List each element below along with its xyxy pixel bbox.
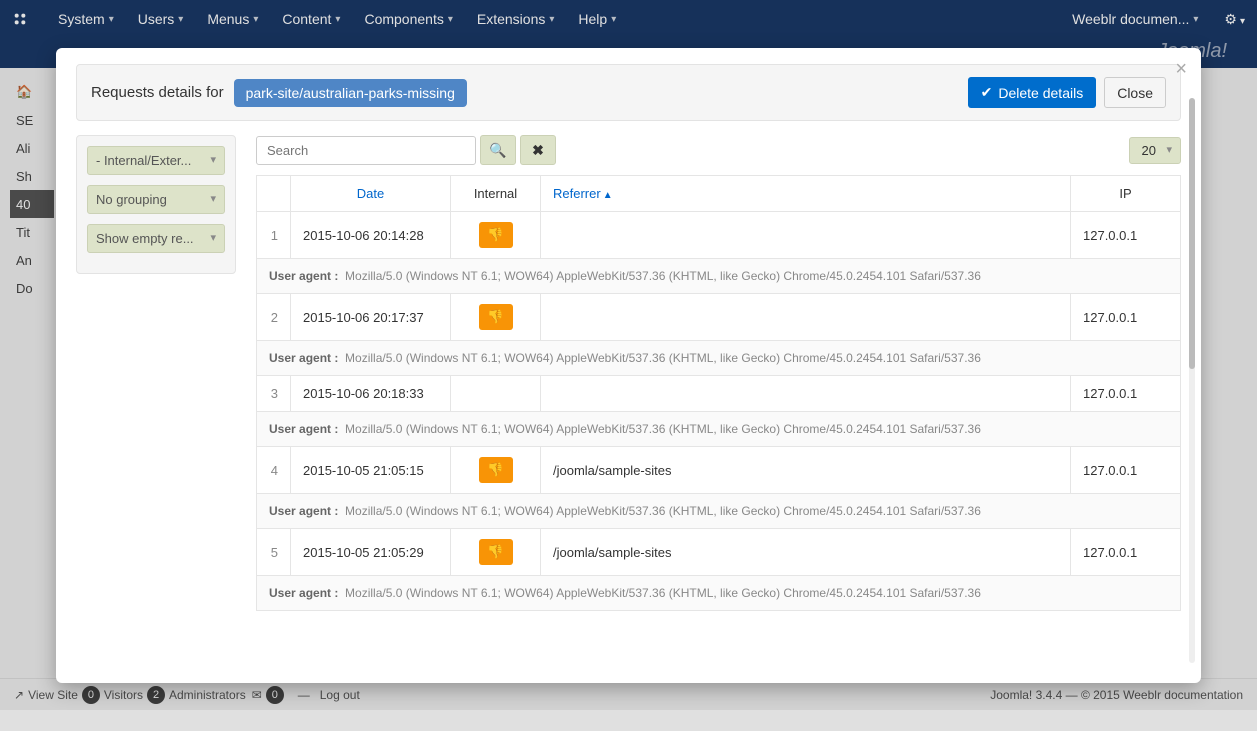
ua-label: User agent :: [269, 422, 338, 436]
row-referrer: [541, 212, 1071, 259]
modal-scrollbar[interactable]: [1189, 98, 1195, 663]
sort-asc-icon: ▲: [603, 190, 613, 201]
ua-value: Mozilla/5.0 (Windows NT 6.1; WOW64) Appl…: [345, 586, 981, 600]
thumbs-down-button[interactable]: 👎: [479, 304, 513, 330]
user-agent-row: User agent : Mozilla/5.0 (Windows NT 6.1…: [257, 259, 1181, 294]
row-ip: 127.0.0.1: [1071, 376, 1181, 412]
ua-label: User agent :: [269, 351, 338, 365]
thumbs-down-button[interactable]: 👎: [479, 457, 513, 483]
user-agent-row: User agent : Mozilla/5.0 (Windows NT 6.1…: [257, 341, 1181, 376]
col-referrer[interactable]: Referrer▲: [541, 176, 1071, 212]
clear-search-button[interactable]: ✖: [520, 135, 556, 165]
row-internal: 👎: [451, 529, 541, 576]
thumbs-down-button[interactable]: 👎: [479, 539, 513, 565]
row-date: 2015-10-06 20:18:33: [291, 376, 451, 412]
check-icon: ✔: [981, 84, 993, 101]
delete-details-button[interactable]: ✔ Delete details: [968, 77, 1097, 108]
toolbar: 🔍 ✖ 20: [256, 135, 1181, 165]
modal-title-prefix: Requests details for: [91, 84, 224, 101]
table-row: 32015-10-06 20:18:33 127.0.0.1: [257, 376, 1181, 412]
thumbs-down-icon: 👎: [487, 544, 504, 560]
request-details-modal: × Requests details for park-site/austral…: [56, 48, 1201, 683]
row-internal: [451, 376, 541, 412]
page-size-select[interactable]: 20: [1129, 137, 1181, 164]
table-row: 12015-10-06 20:14:28 👎 127.0.0.1: [257, 212, 1181, 259]
row-referrer: /joomla/sample-sites: [541, 529, 1071, 576]
ua-value: Mozilla/5.0 (Windows NT 6.1; WOW64) Appl…: [345, 504, 981, 518]
clear-icon: ✖: [532, 142, 544, 159]
col-num: [257, 176, 291, 212]
row-date: 2015-10-06 20:17:37: [291, 294, 451, 341]
row-num: 5: [257, 529, 291, 576]
ua-value: Mozilla/5.0 (Windows NT 6.1; WOW64) Appl…: [345, 269, 981, 283]
thumbs-down-icon: 👎: [487, 309, 504, 325]
user-agent-row: User agent : Mozilla/5.0 (Windows NT 6.1…: [257, 494, 1181, 529]
search-input[interactable]: [256, 136, 476, 165]
ua-value: Mozilla/5.0 (Windows NT 6.1; WOW64) Appl…: [345, 422, 981, 436]
row-referrer: /joomla/sample-sites: [541, 447, 1071, 494]
col-date[interactable]: Date: [291, 176, 451, 212]
col-internal: Internal: [451, 176, 541, 212]
search-icon: 🔍: [489, 142, 506, 159]
row-date: 2015-10-05 21:05:15: [291, 447, 451, 494]
col-ip: IP: [1071, 176, 1181, 212]
row-internal: 👎: [451, 294, 541, 341]
row-referrer: [541, 376, 1071, 412]
row-num: 1: [257, 212, 291, 259]
table-row: 42015-10-05 21:05:15 👎 /joomla/sample-site…: [257, 447, 1181, 494]
row-internal: 👎: [451, 447, 541, 494]
filter-empty-referrers[interactable]: Show empty re...: [87, 224, 225, 253]
table-row: 22015-10-06 20:17:37 👎 127.0.0.1: [257, 294, 1181, 341]
modal-header: Requests details for park-site/australia…: [76, 64, 1181, 121]
table-row: 52015-10-05 21:05:29 👎 /joomla/sample-site…: [257, 529, 1181, 576]
row-num: 2: [257, 294, 291, 341]
filter-internal-external[interactable]: - Internal/Exter...: [87, 146, 225, 175]
ua-value: Mozilla/5.0 (Windows NT 6.1; WOW64) Appl…: [345, 351, 981, 365]
row-ip: 127.0.0.1: [1071, 529, 1181, 576]
user-agent-row: User agent : Mozilla/5.0 (Windows NT 6.1…: [257, 412, 1181, 447]
search-button[interactable]: 🔍: [480, 135, 516, 165]
user-agent-row: User agent : Mozilla/5.0 (Windows NT 6.1…: [257, 576, 1181, 611]
row-ip: 127.0.0.1: [1071, 447, 1181, 494]
thumbs-down-button[interactable]: 👎: [479, 222, 513, 248]
row-ip: 127.0.0.1: [1071, 212, 1181, 259]
filters-sidebar: - Internal/Exter... No grouping Show emp…: [76, 135, 236, 274]
row-date: 2015-10-06 20:14:28: [291, 212, 451, 259]
close-icon[interactable]: ×: [1175, 58, 1187, 81]
requests-table: Date Internal Referrer▲ IP 12015-10-06 2…: [256, 175, 1181, 611]
thumbs-down-icon: 👎: [487, 227, 504, 243]
filter-grouping[interactable]: No grouping: [87, 185, 225, 214]
row-date: 2015-10-05 21:05:29: [291, 529, 451, 576]
row-num: 3: [257, 376, 291, 412]
ua-label: User agent :: [269, 269, 338, 283]
url-badge: park-site/australian-parks-missing: [234, 79, 467, 107]
ua-label: User agent :: [269, 504, 338, 518]
row-internal: 👎: [451, 212, 541, 259]
row-referrer: [541, 294, 1071, 341]
close-button[interactable]: Close: [1104, 77, 1166, 108]
thumbs-down-icon: 👎: [487, 462, 504, 478]
ua-label: User agent :: [269, 586, 338, 600]
row-ip: 127.0.0.1: [1071, 294, 1181, 341]
row-num: 4: [257, 447, 291, 494]
